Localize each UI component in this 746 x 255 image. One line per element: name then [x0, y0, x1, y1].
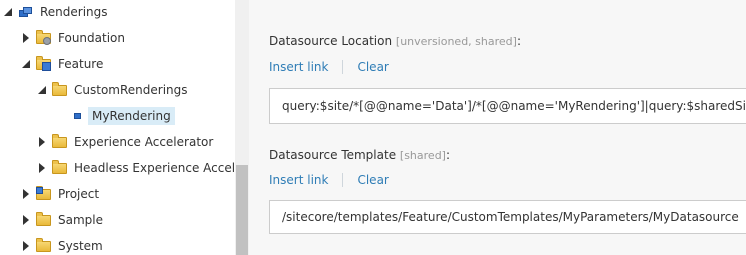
- datasource-location-actions: Insert link Clear: [269, 60, 389, 74]
- collapsed-arrow-icon[interactable]: [20, 188, 32, 200]
- divider: [342, 60, 344, 74]
- folder-icon: [52, 160, 68, 176]
- datasource-location-field[interactable]: query:$site/*[@@name='Data']/*[@@name='M…: [269, 88, 746, 124]
- folder-icon: [52, 134, 68, 150]
- tree-item-system[interactable]: System: [20, 233, 103, 255]
- collapsed-arrow-icon[interactable]: [36, 136, 48, 148]
- collapsed-arrow-icon[interactable]: [20, 32, 32, 44]
- folder-icon: [36, 212, 52, 228]
- field-label-text: Datasource Template: [269, 148, 397, 162]
- folder-icon: [36, 238, 52, 254]
- clear-button[interactable]: Clear: [357, 173, 388, 187]
- tree-item-label: Experience Accelerator: [74, 135, 214, 149]
- field-meta: [shared]: [399, 149, 446, 162]
- folder-blue-icon: [36, 56, 52, 72]
- tree-item-label: System: [58, 239, 103, 253]
- folder-gear-icon: [36, 30, 52, 46]
- content-tree: Renderings Foundation Feature CustomRend…: [0, 0, 235, 255]
- field-value: query:$site/*[@@name='Data']/*[@@name='M…: [282, 99, 746, 113]
- tree-item-myrendering[interactable]: MyRendering: [54, 103, 175, 129]
- tree-item-renderings[interactable]: Renderings: [2, 0, 108, 25]
- insert-link-button[interactable]: Insert link: [269, 173, 328, 187]
- field-colon: :: [516, 34, 521, 48]
- datasource-template-label: Datasource Template [shared]:: [269, 148, 450, 162]
- tree-scrollbar-thumb[interactable]: [236, 165, 248, 255]
- tree-item-label: Foundation: [58, 31, 125, 45]
- field-meta: [unversioned, shared]: [395, 35, 517, 48]
- tree-item-label: Renderings: [40, 5, 108, 19]
- tree-item-foundation[interactable]: Foundation: [20, 25, 125, 51]
- field-label-text: Datasource Location: [269, 34, 393, 48]
- folder-blue-icon: [36, 186, 52, 202]
- collapsed-arrow-icon[interactable]: [20, 240, 32, 252]
- datasource-location-label: Datasource Location [unversioned, shared…: [269, 34, 521, 48]
- insert-link-button[interactable]: Insert link: [269, 60, 328, 74]
- tree-item-label: Headless Experience Acceler: [74, 161, 235, 175]
- tree-item-sample[interactable]: Sample: [20, 207, 103, 233]
- expanded-arrow-icon[interactable]: [2, 6, 14, 18]
- tree-item-headless-experience-accelerator[interactable]: Headless Experience Acceler: [36, 155, 235, 181]
- collapsed-arrow-icon[interactable]: [36, 162, 48, 174]
- field-editor-pane: Datasource Location [unversioned, shared…: [249, 0, 746, 255]
- tree-item-label: MyRendering: [88, 107, 175, 125]
- folder-icon: [52, 82, 68, 98]
- expanded-arrow-icon[interactable]: [36, 84, 48, 96]
- tree-item-experience-accelerator[interactable]: Experience Accelerator: [36, 129, 213, 155]
- datasource-template-field[interactable]: /sitecore/templates/Feature/CustomTempla…: [269, 200, 746, 234]
- tree-item-label: CustomRenderings: [74, 83, 188, 97]
- renderings-icon: [18, 4, 34, 20]
- tree-item-customrenderings[interactable]: CustomRenderings: [36, 77, 188, 103]
- clear-button[interactable]: Clear: [357, 60, 388, 74]
- field-colon: :: [445, 148, 451, 162]
- datasource-template-actions: Insert link Clear: [269, 173, 389, 187]
- tree-item-label: Project: [58, 187, 100, 201]
- tree-item-project[interactable]: Project: [20, 181, 99, 207]
- collapsed-arrow-icon[interactable]: [20, 214, 32, 226]
- expanded-arrow-icon[interactable]: [20, 58, 32, 70]
- tree-item-label: Feature: [58, 57, 104, 71]
- tree-item-feature[interactable]: Feature: [20, 51, 103, 77]
- rendering-icon: [70, 108, 86, 124]
- tree-item-label: Sample: [58, 213, 103, 227]
- divider: [342, 173, 344, 187]
- field-value: /sitecore/templates/Feature/CustomTempla…: [282, 210, 739, 224]
